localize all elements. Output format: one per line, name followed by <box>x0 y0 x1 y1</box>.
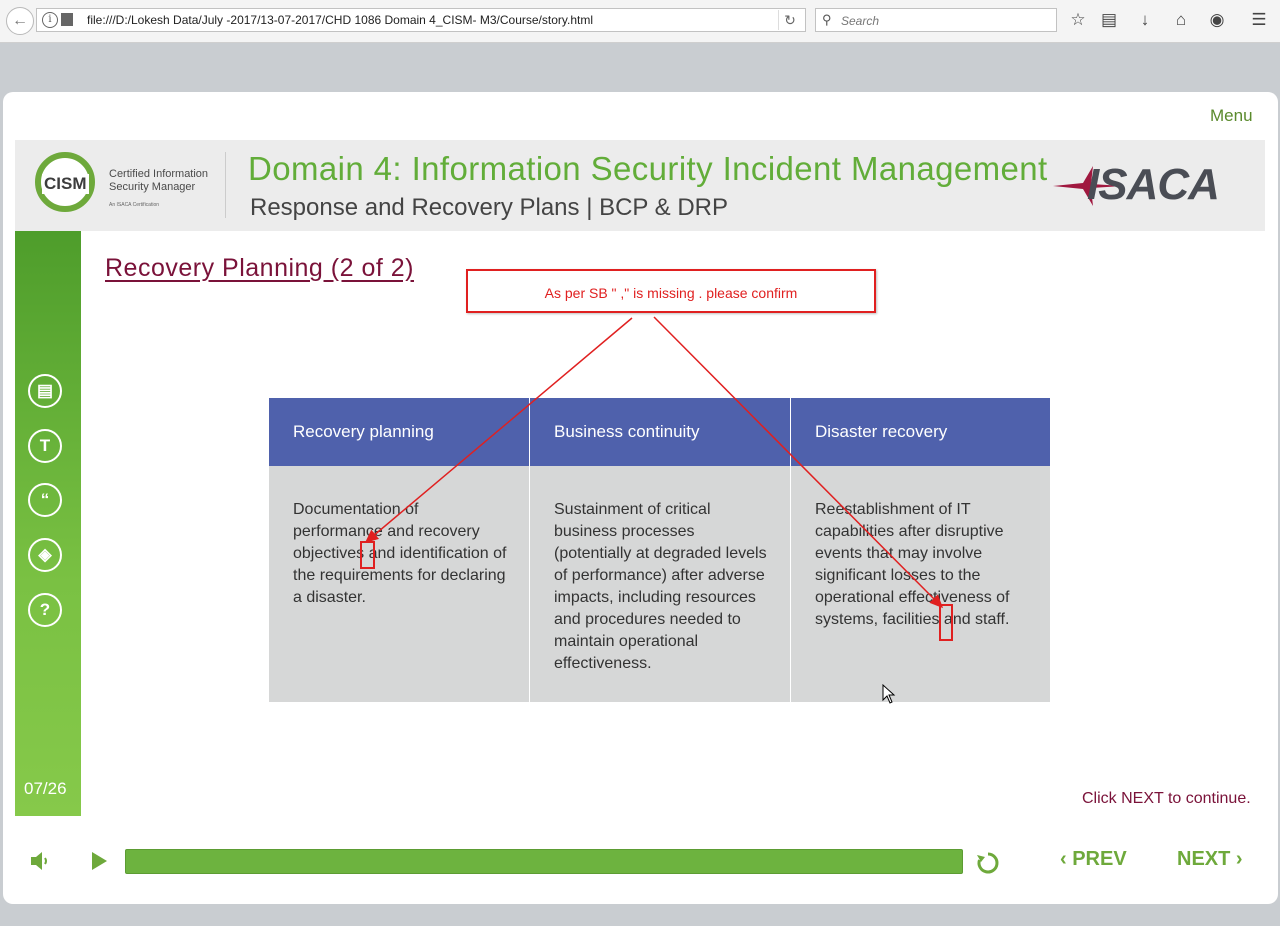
search-icon: ⚲ <box>822 12 832 27</box>
table-header-disaster-recovery: Disaster recovery <box>791 398 1050 466</box>
table-header-business-continuity: Business continuity <box>530 398 790 466</box>
slide-heading: Recovery Planning (2 of 2) <box>105 254 414 282</box>
hamburger-menu-icon[interactable]: ☰ <box>1249 10 1269 30</box>
address-bar[interactable]: i file:///D:/Lokesh Data/July -2017/13-0… <box>36 8 806 32</box>
cism-line2: Security Manager <box>109 181 196 193</box>
page-icon <box>61 13 73 26</box>
review-note: As per SB " ," is missing . please confi… <box>466 269 876 313</box>
help-icon[interactable]: ? <box>28 593 62 627</box>
search-input[interactable]: ⚲ Search <box>815 8 1057 32</box>
table-header-recovery-planning: Recovery planning <box>269 398 529 466</box>
highlight-marker <box>360 541 375 569</box>
next-button[interactable]: NEXT › <box>1177 848 1243 871</box>
mouse-cursor-icon <box>882 684 896 704</box>
cism-line3: An ISACA Certification <box>109 202 160 208</box>
reload-icon[interactable]: ↻ <box>778 10 801 30</box>
header-separator <box>790 408 791 458</box>
side-rail: ▤ T “ ◈ ? 07/26 <box>15 231 81 816</box>
prev-button[interactable]: ‹ PREV <box>1060 848 1127 871</box>
page-indicator: 07/26 <box>24 779 67 798</box>
table-cell-recovery-planning: Documentation of performance and recover… <box>269 466 529 702</box>
quote-icon[interactable]: “ <box>28 483 62 517</box>
play-icon[interactable] <box>92 852 107 870</box>
browser-toolbar: ← i file:///D:/Lokesh Data/July -2017/13… <box>0 0 1280 43</box>
cism-line1: Certified Information <box>109 168 209 180</box>
header-separator <box>529 408 530 458</box>
volume-icon[interactable] <box>29 850 51 872</box>
notes-icon[interactable]: ▤ <box>28 374 62 408</box>
home-icon[interactable]: ⌂ <box>1171 10 1191 30</box>
search-placeholder: Search <box>841 14 880 28</box>
cell-separator <box>529 466 530 702</box>
menu-link[interactable]: Menu <box>1210 106 1253 126</box>
replay-icon[interactable] <box>976 851 1000 875</box>
cism-mark: CISM <box>42 174 89 194</box>
bookmark-star-icon[interactable]: ☆ <box>1068 10 1088 30</box>
transcript-icon[interactable]: T <box>28 429 62 463</box>
back-icon[interactable]: ← <box>6 7 34 35</box>
info-icon[interactable]: i <box>42 12 58 28</box>
url-text[interactable]: file:///D:/Lokesh Data/July -2017/13-07-… <box>87 13 593 27</box>
progress-bar[interactable] <box>125 849 963 874</box>
cism-logo: CISM Certified Information Security Mana… <box>35 150 215 222</box>
course-title: Domain 4: Information Security Incident … <box>248 150 1048 187</box>
isaca-logo: ISACA <box>1087 160 1220 209</box>
course-subtitle: Response and Recovery Plans | BCP & DRP <box>250 194 729 221</box>
reading-list-icon[interactable]: ▤ <box>1099 10 1119 30</box>
download-icon[interactable]: ↓ <box>1135 10 1155 30</box>
table-cell-disaster-recovery: Reestablishment of IT capabilities after… <box>791 466 1050 702</box>
header-divider <box>225 152 226 218</box>
next-label: NEXT <box>1177 848 1231 870</box>
table-cell-business-continuity: Sustainment of critical business process… <box>530 466 790 702</box>
review-note-text: As per SB " ," is missing . please confi… <box>544 285 798 301</box>
comparison-table: Recovery planning Business continuity Di… <box>269 398 1050 702</box>
layers-icon[interactable]: ◈ <box>28 538 62 572</box>
cell-separator <box>790 466 791 702</box>
highlight-marker <box>939 604 953 641</box>
continue-instruction: Click NEXT to continue. <box>1082 790 1251 807</box>
pocket-icon[interactable]: ◉ <box>1207 10 1227 30</box>
prev-label: PREV <box>1072 848 1127 870</box>
course-header: CISM Certified Information Security Mana… <box>15 140 1265 231</box>
